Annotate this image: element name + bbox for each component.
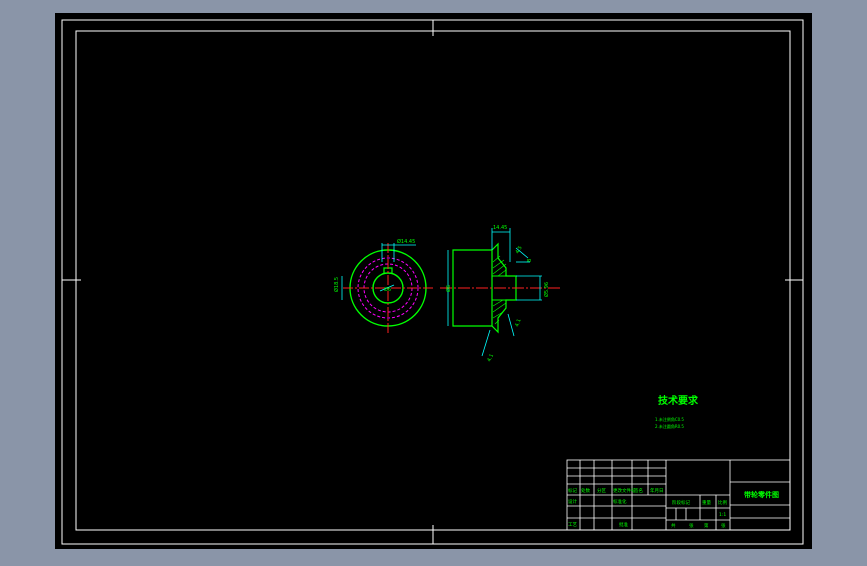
side-dim-right-lower: Ø5.96 [543, 282, 550, 297]
tech-req-item-1: 1.未注倒角C0.5 [655, 416, 684, 422]
label-count: 处数 [581, 487, 590, 494]
label-weight: 重量 [702, 499, 711, 506]
part-name: 带轮零件图 [744, 490, 779, 499]
front-dim-center: Ø6 [384, 286, 391, 293]
label-mark: 标记 [568, 487, 577, 494]
cad-viewport[interactable]: Ø14.45 Ø18.5 Ø6 14.45 4.5 8 Ø5.96 Ø6 4.1… [0, 0, 867, 562]
label-signature: 签名 [634, 487, 643, 494]
label-total: 共 [671, 522, 676, 529]
tech-req-title: 技术要求 [658, 394, 699, 407]
label-change-doc: 更改文件号 [613, 487, 636, 494]
front-dim-top: Ø14.45 [397, 238, 415, 245]
label-process: 工艺 [568, 522, 577, 528]
label-design: 设计 [568, 498, 577, 505]
tech-req-item-2: 2.未注圆角R0.5 [655, 423, 684, 429]
side-dim-top: 14.45 [493, 225, 507, 231]
label-page: 第 [704, 522, 709, 529]
front-dim-left: Ø18.5 [333, 277, 340, 292]
label-standardization: 标准化 [613, 498, 627, 505]
scale-value: 1:1 [719, 512, 726, 518]
label-sheet-1: 张 [689, 522, 694, 529]
side-dim-right: 8 [527, 259, 533, 262]
drawing-sheet [55, 13, 812, 549]
label-scale: 比例 [718, 499, 727, 506]
side-dim-left: Ø6 [445, 285, 452, 292]
drawing-canvas[interactable]: Ø14.45 Ø18.5 Ø6 14.45 4.5 8 Ø5.96 Ø6 4.1… [0, 0, 867, 562]
label-date: 年月日 [650, 487, 664, 494]
label-stage-mark: 阶段标记 [672, 499, 690, 506]
label-sheet-2: 张 [721, 522, 726, 529]
label-approve: 批准 [619, 521, 628, 528]
label-division: 分区 [597, 487, 606, 494]
